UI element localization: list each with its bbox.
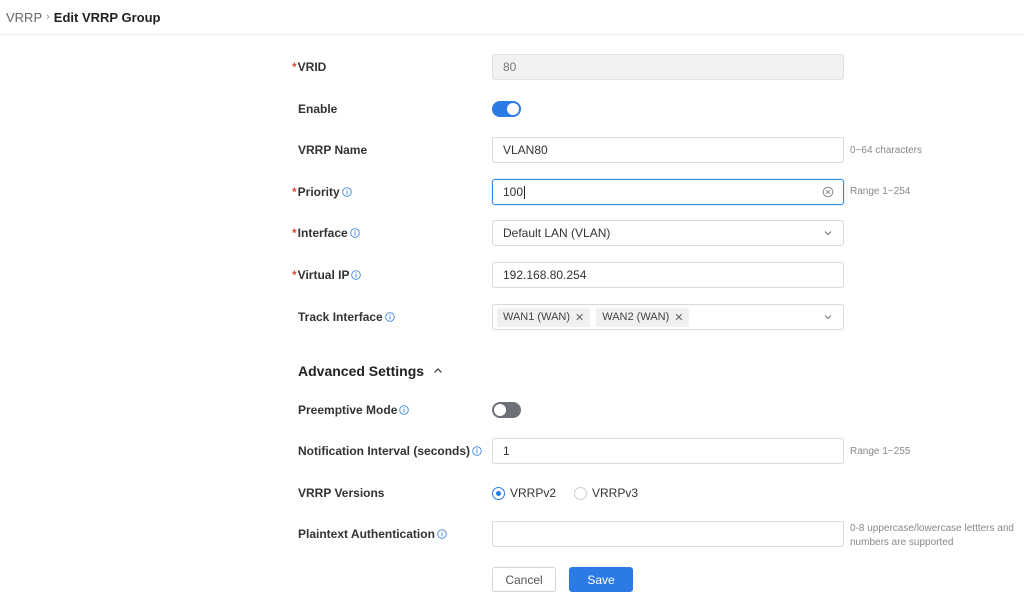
vrid-label-text: VRID [297,60,327,74]
interface-label-text: Interface [297,226,348,240]
priority-input[interactable]: 100 [492,179,844,205]
track-interface-label-text: Track Interface [298,310,383,324]
toggle-knob [507,103,519,115]
info-icon[interactable] [384,312,395,322]
virtual-ip-input[interactable]: 192.168.80.254 [492,262,844,288]
virtual-ip-label: * Virtual IP [292,267,362,283]
vrrp-name-label: VRRP Name [298,142,367,158]
breadcrumb: VRRP › Edit VRRP Group [6,8,160,26]
vrrp-name-value: VLAN80 [503,143,548,157]
info-icon[interactable] [349,228,360,238]
vrrp-versions-label-text: VRRP Versions [298,486,385,500]
radio-vrrpv3[interactable]: VRRPv3 [574,486,638,500]
priority-hint: Range 1~254 [850,186,911,197]
plaintext-auth-hint-line1: 0-8 uppercase/lowercase lettters and [850,523,1014,534]
page-title: Edit VRRP Group [53,9,161,25]
plaintext-auth-label-text: Plaintext Authentication [298,527,435,541]
required-mark: * [292,226,297,240]
plaintext-auth-input[interactable] [492,521,844,547]
radio-unchecked-icon [574,486,588,500]
info-icon[interactable] [437,529,447,539]
virtual-ip-value: 192.168.80.254 [503,268,587,282]
tag-label: WAN1 (WAN) [503,311,571,323]
info-icon[interactable] [472,446,482,456]
plaintext-auth-hint-line2: numbers are supported [850,537,954,548]
vrrp-versions-label: VRRP Versions [298,485,384,501]
track-interface-label: Track Interface [298,309,395,325]
radio-label: VRRPv3 [592,486,639,500]
notification-interval-label: Notification Interval (seconds) [298,443,482,459]
preemptive-mode-label: Preemptive Mode [298,402,410,418]
radio-checked-icon [492,486,505,500]
vrid-value: 80 [503,60,517,74]
preemptive-mode-toggle[interactable] [492,402,521,418]
remove-tag-icon[interactable]: ✕ [575,311,584,324]
chevron-down-icon [822,227,834,239]
remove-tag-icon[interactable]: ✕ [674,311,683,324]
priority-value: 100 [503,185,524,199]
plaintext-auth-hint: 0-8 uppercase/lowercase lettters and num… [850,522,1014,550]
vrrp-name-input[interactable]: VLAN80 [492,137,844,163]
toggle-knob [494,404,506,416]
header-divider [0,34,1024,35]
text-caret [524,185,526,199]
priority-label: * Priority [292,184,352,200]
radio-vrrpv2[interactable]: VRRPv2 [492,486,556,500]
selected-tag: WAN1 (WAN) ✕ [497,307,591,327]
advanced-settings-title: Advanced Settings [298,363,425,379]
vrrp-name-hint: 0~64 characters [850,145,922,156]
vrrp-name-label-text: VRRP Name [298,143,368,157]
tag-label: WAN2 (WAN) [602,311,670,323]
virtual-ip-label-text: Virtual IP [297,268,350,282]
enable-label-text: Enable [298,102,338,116]
vrid-label: * VRID [292,59,326,75]
info-icon[interactable] [399,405,410,415]
required-mark: * [292,60,297,74]
chevron-up-icon [432,365,444,377]
breadcrumb-parent-link[interactable]: VRRP [6,10,42,25]
interface-select[interactable]: Default LAN (VLAN) [492,220,844,246]
track-interface-multiselect[interactable]: WAN1 (WAN) ✕ WAN2 (WAN) ✕ [492,304,844,330]
radio-label: VRRPv2 [510,486,557,500]
enable-toggle[interactable] [492,101,521,117]
preemptive-mode-label-text: Preemptive Mode [298,403,398,417]
chevron-down-icon [822,311,834,323]
advanced-settings-toggle[interactable]: Advanced Settings [298,362,444,380]
notification-interval-input[interactable]: 1 [492,438,844,464]
notification-interval-value: 1 [503,444,510,458]
notification-interval-hint: Range 1~255 [850,446,911,457]
vrrp-versions-radio-group: VRRPv2 VRRPv3 [492,485,656,501]
interface-label: * Interface [292,225,360,241]
info-icon[interactable] [351,270,362,280]
selected-tag: WAN2 (WAN) ✕ [596,307,690,327]
cancel-button[interactable]: Cancel [492,567,556,592]
notification-interval-label-text: Notification Interval (seconds) [298,444,471,458]
interface-value: Default LAN (VLAN) [503,226,611,240]
clear-icon[interactable] [822,186,834,198]
enable-label: Enable [298,101,337,117]
save-button[interactable]: Save [569,567,633,592]
plaintext-auth-label: Plaintext Authentication [298,526,447,542]
vrid-field: 80 [492,54,844,80]
info-icon[interactable] [341,187,352,197]
required-mark: * [292,185,297,199]
required-mark: * [292,268,297,282]
priority-label-text: Priority [297,185,340,199]
breadcrumb-separator: › [46,11,50,23]
